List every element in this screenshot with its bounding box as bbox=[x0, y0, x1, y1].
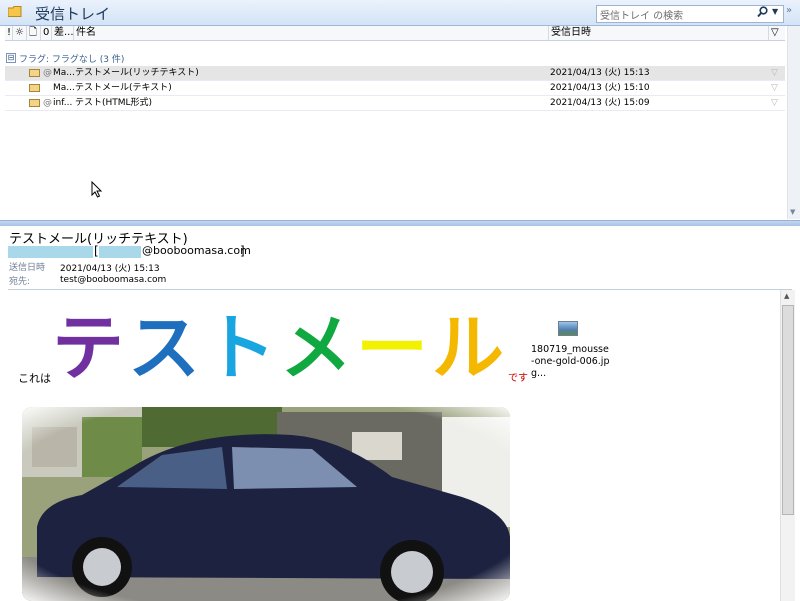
message-from: Ma... bbox=[53, 83, 75, 93]
embedded-car-photo bbox=[22, 407, 510, 601]
redacted-sender-user bbox=[99, 246, 141, 258]
body-big-char: ー bbox=[356, 306, 429, 390]
message-from: Ma... bbox=[53, 68, 75, 78]
message-row[interactable]: @ inf... テスト(HTML形式) 2021/04/13 (火) 15:0… bbox=[5, 96, 785, 111]
flag-icon[interactable]: ▽ bbox=[771, 66, 778, 80]
message-row[interactable]: Ma... テストメール(テキスト) 2021/04/13 (火) 15:10 … bbox=[5, 81, 785, 96]
body-big-char: ト bbox=[204, 306, 277, 390]
expand-chevron-icon[interactable]: » bbox=[786, 5, 792, 16]
body-text-suffix: です bbox=[508, 373, 528, 384]
column-flag[interactable]: ▽ bbox=[769, 26, 785, 40]
column-header: ! ☼ 🗋 0 差... 件名 受信日時 ▽ bbox=[5, 26, 785, 41]
inbox-header: 受信トレイ 受信トレイ の検索 ▼ » bbox=[0, 0, 800, 26]
sent-value: 2021/04/13 (火) 15:13 bbox=[60, 264, 160, 274]
group-label: フラグ: フラグなし (3 件) bbox=[19, 55, 125, 65]
collapse-toggle-icon[interactable]: ⊟ bbox=[6, 53, 16, 63]
reading-pane: テストメール(リッチテキスト) [ @booboomasa.com ] 送信日時… bbox=[0, 226, 800, 601]
message-received: 2021/04/13 (火) 15:09 bbox=[550, 98, 650, 108]
column-from[interactable]: 差... bbox=[52, 26, 74, 40]
redacted-sender-name bbox=[8, 246, 93, 258]
column-importance[interactable]: ! bbox=[5, 26, 13, 40]
read-envelope-icon bbox=[29, 84, 40, 92]
mouse-pointer-icon bbox=[91, 181, 103, 198]
search-placeholder: 受信トレイ の検索 bbox=[600, 11, 684, 22]
message-subject: テスト(HTML形式) bbox=[75, 98, 153, 108]
from-bracket: ] bbox=[240, 244, 245, 258]
message-from: inf... bbox=[53, 98, 73, 108]
body-big-char: ル bbox=[432, 306, 505, 390]
column-received[interactable]: 受信日時 bbox=[549, 26, 769, 40]
scroll-thumb[interactable] bbox=[782, 305, 794, 515]
sent-label: 送信日時 bbox=[9, 263, 46, 273]
folder-icon bbox=[8, 6, 22, 17]
to-value[interactable]: test@booboomasa.com bbox=[60, 275, 166, 285]
group-row[interactable]: ⊟ フラグ: フラグなし (3 件) bbox=[6, 52, 786, 65]
body-big-char: テ bbox=[52, 306, 125, 390]
from-bracket: [ bbox=[94, 244, 99, 258]
from-address-domain[interactable]: @booboomasa.com bbox=[142, 244, 251, 257]
body-big-char: ス bbox=[128, 306, 201, 390]
column-subject[interactable]: 件名 bbox=[74, 26, 549, 40]
column-attachment[interactable]: 0 bbox=[41, 26, 52, 40]
body-text-prefix: これは bbox=[18, 372, 51, 385]
list-scrollbar[interactable]: ▼ bbox=[787, 26, 800, 219]
message-received: 2021/04/13 (火) 15:13 bbox=[550, 68, 650, 78]
inbox-pane: 受信トレイ 受信トレイ の検索 ▼ » ! ☼ 🗋 0 差... 件名 受信日時… bbox=[0, 0, 800, 221]
attachment-name[interactable]: 180719_mousse-one-gold-006.jpg... bbox=[531, 344, 611, 380]
column-reminder[interactable]: ☼ bbox=[13, 26, 27, 40]
message-row[interactable]: @ Ma... テストメール(リッチテキスト) 2021/04/13 (火) 1… bbox=[5, 66, 785, 81]
read-envelope-icon bbox=[29, 99, 40, 107]
message-subject: テストメール(テキスト) bbox=[75, 83, 172, 93]
column-icon[interactable]: 🗋 bbox=[27, 26, 41, 40]
attachment-clip-icon: @ bbox=[43, 68, 52, 78]
scroll-up-icon[interactable]: ▲ bbox=[784, 292, 789, 300]
search-options-icon[interactable]: ▼ bbox=[772, 7, 778, 16]
scroll-down-icon[interactable]: ▼ bbox=[790, 208, 795, 216]
attachment-clip-icon: @ bbox=[43, 98, 52, 108]
body-big-char: メ bbox=[280, 306, 353, 390]
flag-icon[interactable]: ▽ bbox=[771, 81, 778, 95]
search-icon[interactable] bbox=[757, 6, 768, 21]
body-scrollbar[interactable]: ▲ bbox=[780, 290, 795, 601]
message-subject: テストメール(リッチテキスト) bbox=[75, 68, 199, 78]
to-label: 宛先: bbox=[9, 277, 31, 287]
divider bbox=[8, 289, 792, 290]
read-envelope-icon bbox=[29, 69, 40, 77]
folder-title: 受信トレイ bbox=[35, 5, 111, 23]
image-attachment-icon[interactable] bbox=[558, 321, 578, 336]
search-input[interactable]: 受信トレイ の検索 ▼ bbox=[596, 5, 784, 23]
flag-icon[interactable]: ▽ bbox=[771, 96, 778, 110]
message-received: 2021/04/13 (火) 15:10 bbox=[550, 83, 650, 93]
